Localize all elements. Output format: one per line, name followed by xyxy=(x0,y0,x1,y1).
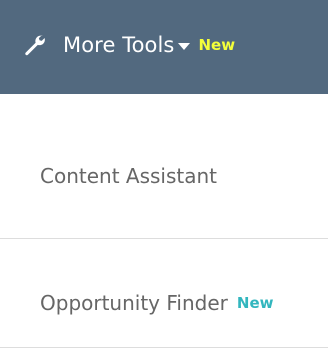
new-badge: New xyxy=(236,294,274,312)
menu-item-label: Content Assistant xyxy=(40,164,218,188)
more-tools-dropdown-button[interactable]: More Tools New xyxy=(22,28,235,62)
more-tools-label: More Tools xyxy=(63,33,175,57)
more-tools-header: More Tools New xyxy=(0,0,328,94)
divider xyxy=(0,347,328,348)
menu-item-label: Opportunity Finder xyxy=(40,291,228,315)
menu-item-opportunity-finder[interactable]: Opportunity Finder New xyxy=(0,275,328,331)
more-tools-menu: More Tools New Content Assistant Opportu… xyxy=(0,0,328,350)
menu-item-content-assistant[interactable]: Content Assistant xyxy=(0,148,328,204)
divider xyxy=(0,238,328,239)
wrench-icon xyxy=(22,33,46,57)
new-badge: New xyxy=(198,36,236,54)
caret-down-icon xyxy=(178,43,191,50)
